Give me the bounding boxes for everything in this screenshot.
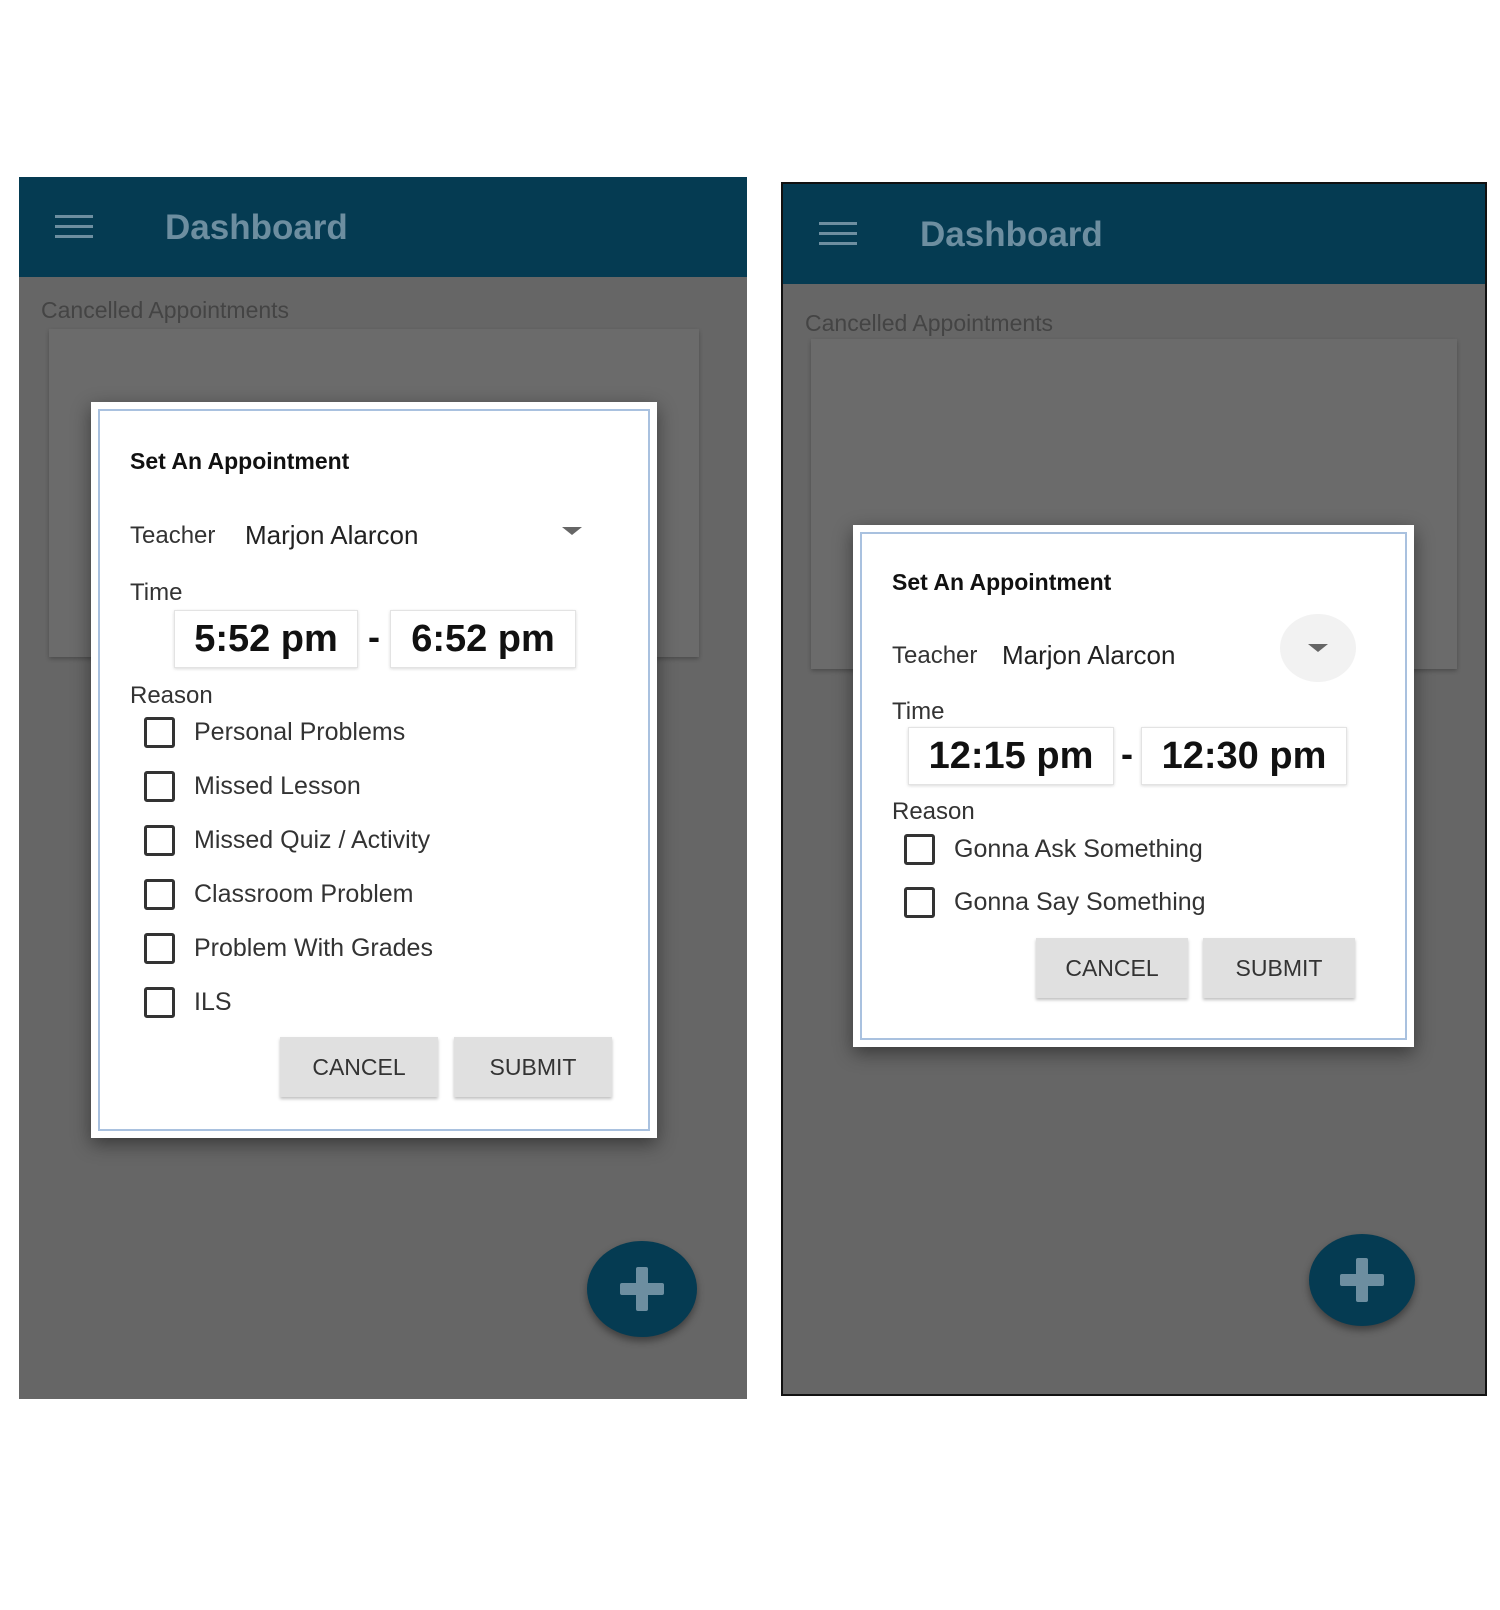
teacher-select[interactable]: Marjon Alarcon — [245, 520, 418, 551]
reason-option-label: ILS — [194, 988, 232, 1016]
add-appointment-button[interactable] — [1309, 1234, 1415, 1326]
phone-screen-right: Dashboard Cancelled Appointments Set An … — [781, 182, 1487, 1396]
time-separator: - — [1121, 733, 1133, 774]
cancel-button[interactable]: CANCEL — [1036, 938, 1188, 998]
add-appointment-button[interactable] — [587, 1241, 697, 1337]
app-bar: Dashboard — [783, 184, 1485, 284]
reason-option[interactable]: ILS — [144, 987, 232, 1018]
teacher-label: Teacher — [130, 522, 216, 549]
section-label: Cancelled Appointments — [41, 297, 290, 323]
reason-option-label: Classroom Problem — [194, 880, 414, 908]
appointment-dialog: Set An Appointment Teacher Marjon Alarco… — [853, 525, 1414, 1047]
reason-option-label: Personal Problems — [194, 718, 406, 746]
hamburger-menu-icon[interactable] — [819, 222, 857, 246]
reason-option-label: Gonna Say Something — [954, 888, 1206, 916]
phone-screen-left: Dashboard Cancelled Appointments Set An … — [19, 177, 747, 1399]
reason-option-label: Missed Quiz / Activity — [194, 826, 431, 854]
reason-option-label: Problem With Grades — [194, 934, 433, 962]
checkbox[interactable] — [144, 771, 175, 802]
reason-option[interactable]: Problem With Grades — [144, 933, 433, 964]
dialog-title: Set An Appointment — [892, 569, 1112, 595]
reason-label: Reason — [130, 682, 213, 709]
section-label: Cancelled Appointments — [805, 310, 1054, 336]
time-separator: - — [368, 616, 380, 657]
time-label: Time — [130, 579, 183, 606]
end-time-picker[interactable]: 6:52 pm — [390, 610, 576, 668]
checkbox[interactable] — [144, 987, 175, 1018]
reason-option[interactable]: Classroom Problem — [144, 879, 414, 910]
checkbox[interactable] — [904, 834, 935, 865]
chevron-down-icon[interactable] — [1280, 614, 1356, 682]
checkbox[interactable] — [144, 825, 175, 856]
checkbox[interactable] — [144, 717, 175, 748]
end-time-picker[interactable]: 12:30 pm — [1141, 727, 1347, 785]
time-label: Time — [892, 698, 945, 725]
checkbox[interactable] — [144, 879, 175, 910]
start-time-picker[interactable]: 12:15 pm — [908, 727, 1114, 785]
chevron-down-icon[interactable] — [534, 497, 610, 565]
reason-option[interactable]: Missed Quiz / Activity — [144, 825, 430, 856]
app-title: Dashboard — [165, 208, 348, 247]
cancel-button[interactable]: CANCEL — [280, 1037, 438, 1097]
reason-option[interactable]: Gonna Say Something — [904, 887, 1206, 918]
hamburger-menu-icon[interactable] — [55, 215, 93, 239]
submit-button[interactable]: SUBMIT — [454, 1037, 612, 1097]
reason-option[interactable]: Gonna Ask Something — [904, 834, 1203, 865]
app-title: Dashboard — [920, 215, 1103, 254]
app-bar: Dashboard — [19, 177, 747, 277]
submit-button[interactable]: SUBMIT — [1203, 938, 1355, 998]
appointment-dialog: Set An Appointment Teacher Marjon Alarco… — [91, 402, 657, 1138]
reason-option-label: Missed Lesson — [194, 772, 361, 800]
dialog-title: Set An Appointment — [130, 448, 350, 474]
teacher-select[interactable]: Marjon Alarcon — [1002, 640, 1175, 671]
start-time-picker[interactable]: 5:52 pm — [174, 610, 358, 668]
reason-option-label: Gonna Ask Something — [954, 835, 1203, 863]
reason-label: Reason — [892, 798, 975, 825]
reason-option[interactable]: Personal Problems — [144, 717, 405, 748]
checkbox[interactable] — [144, 933, 175, 964]
checkbox[interactable] — [904, 887, 935, 918]
reason-option[interactable]: Missed Lesson — [144, 771, 361, 802]
teacher-label: Teacher — [892, 642, 978, 669]
